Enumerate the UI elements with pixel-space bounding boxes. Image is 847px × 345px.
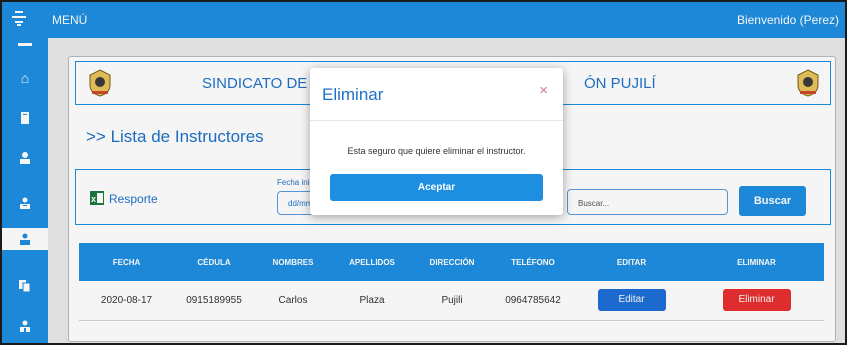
close-icon[interactable]: × bbox=[539, 82, 548, 99]
dialog-title: Eliminar bbox=[322, 85, 384, 104]
accept-button[interactable]: Aceptar bbox=[330, 174, 543, 201]
app-window: MENÚ Bienvenido (Perez) ⌂ SINDICATO DE C… bbox=[0, 0, 847, 345]
dialog-message: Esta seguro que quiere eliminar el instr… bbox=[347, 146, 526, 156]
delete-dialog: Eliminar × Esta seguro que quiere elimin… bbox=[310, 68, 563, 215]
dialog-divider bbox=[310, 120, 563, 121]
